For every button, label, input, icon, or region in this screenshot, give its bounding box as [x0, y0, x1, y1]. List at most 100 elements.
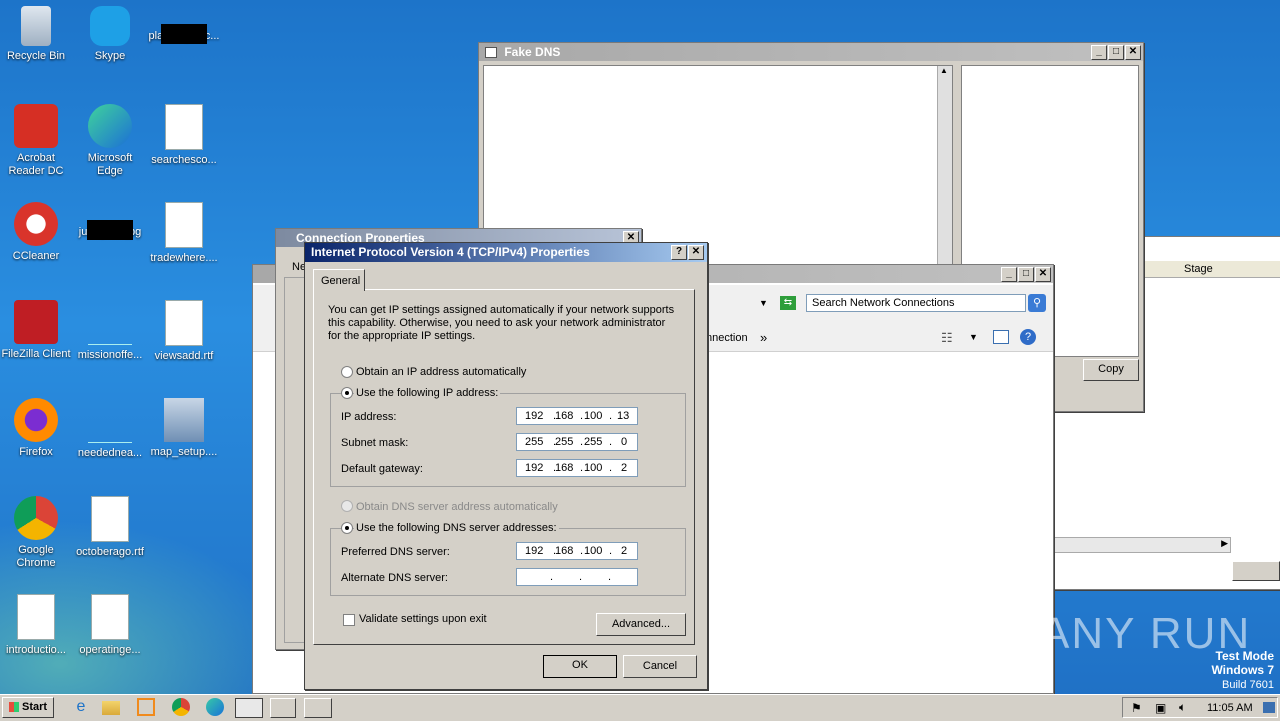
use-following-ip-label[interactable]: Use the following IP address:: [354, 387, 501, 399]
close-button[interactable]: ✕: [1125, 45, 1141, 60]
obtain-ip-auto-radio[interactable]: [341, 366, 353, 378]
preferred-dns-label: Preferred DNS server:: [341, 546, 450, 558]
desktop-icon[interactable]: Skype: [74, 6, 146, 63]
desktop-icon-label: viewsadd.rtf: [154, 350, 214, 362]
desktop-icon[interactable]: viewsadd.rtf: [148, 300, 220, 363]
address-dropdown-icon[interactable]: ▼: [759, 298, 768, 308]
desktop-icon[interactable]: introductio...: [0, 594, 72, 657]
desktop-icon[interactable]: Google Chrome: [0, 496, 72, 570]
folder-window-taskbar-icon[interactable]: [270, 698, 296, 718]
gateway-octet-3: 100: [584, 462, 603, 474]
desktop-icon[interactable]: neededneа...: [74, 398, 146, 460]
close-button[interactable]: ✕: [1035, 267, 1051, 282]
flag-icon[interactable]: ⚑: [1131, 701, 1142, 715]
toolbar-connection[interactable]: nnection: [706, 332, 748, 344]
desktop-icon[interactable]: Acrobat Reader DC: [0, 104, 72, 178]
horizontal-scrollbar[interactable]: ▶: [1051, 537, 1231, 553]
desktop-icon[interactable]: CCleaner: [0, 202, 72, 263]
advanced-button[interactable]: Advanced...: [596, 613, 686, 636]
ipv4-properties-dialog[interactable]: Internet Protocol Version 4 (TCP/IPv4) P…: [304, 242, 708, 690]
ipv4-titlebar[interactable]: Internet Protocol Version 4 (TCP/IPv4) P…: [305, 243, 707, 262]
partial-button[interactable]: [1232, 561, 1280, 581]
validate-checkbox[interactable]: [343, 614, 355, 626]
chrome-taskbar-icon[interactable]: [172, 698, 190, 716]
volume-icon[interactable]: 🔈︎: [1179, 700, 1186, 715]
desktop-icon[interactable]: tradewhere....: [148, 202, 220, 265]
ie-taskbar-icon[interactable]: e: [68, 698, 94, 718]
word-doc-icon: [165, 202, 203, 248]
blank-file-icon: [88, 300, 132, 345]
subnet-octet-1: 255: [525, 436, 544, 448]
edge-taskbar-icon[interactable]: [206, 698, 224, 716]
start-label: Start: [22, 701, 48, 713]
desktop-icon-label: operatinge...: [79, 644, 141, 656]
gateway-octet-4: 2: [621, 462, 628, 474]
ok-button[interactable]: OK: [543, 655, 617, 678]
media-player-taskbar-icon[interactable]: [137, 698, 155, 716]
test-mode-text: Test Mode: [1215, 649, 1274, 663]
general-tab-panel: You can get IP settings assigned automat…: [313, 289, 695, 645]
desktop-icon[interactable]: searchesco...: [148, 104, 220, 167]
desktop-icon[interactable]: missionoffe...: [74, 300, 146, 362]
search-input[interactable]: Search Network Connections: [806, 294, 1026, 312]
maximize-button[interactable]: □: [1018, 267, 1034, 282]
preferred-dns-field[interactable]: 192. 168. 100. 2: [516, 542, 638, 560]
clock[interactable]: 11:05 AM: [1207, 702, 1253, 714]
close-button[interactable]: ✕: [688, 245, 704, 260]
ipv4-title: Internet Protocol Version 4 (TCP/IPv4) P…: [311, 245, 590, 259]
start-button[interactable]: Start: [2, 697, 54, 718]
ccleaner-icon: [14, 202, 58, 246]
desktop-icon-label: tradewhere....: [150, 252, 218, 264]
obtain-ip-auto-label[interactable]: Obtain an IP address automatically: [356, 366, 526, 378]
desktop-icon-label: CCleaner: [12, 250, 60, 262]
column-stage[interactable]: Stage: [1184, 263, 1213, 275]
network-tray-icon[interactable]: ▣: [1155, 701, 1166, 715]
views-icon[interactable]: ☷: [941, 330, 953, 346]
scroll-up-icon[interactable]: ▲: [940, 66, 948, 75]
network-window-taskbar-icon[interactable]: [235, 698, 263, 718]
show-desktop-icon[interactable]: [1263, 702, 1275, 713]
views-dropdown-icon[interactable]: ▼: [969, 332, 978, 342]
default-gateway-field[interactable]: 192. 168. 100. 2: [516, 459, 638, 477]
desktop-icon-label: Google Chrome: [16, 544, 56, 569]
obtain-dns-auto-label: Obtain DNS server address automatically: [356, 501, 558, 513]
use-following-dns-radio[interactable]: [341, 522, 353, 534]
validate-label[interactable]: Validate settings upon exit: [359, 613, 487, 625]
desktop-icon[interactable]: octoberago.rtf: [74, 496, 146, 559]
minimize-button[interactable]: _: [1001, 267, 1017, 282]
desktop-icon[interactable]: Recycle Bin: [0, 6, 72, 63]
subnet-mask-field[interactable]: 255. 255. 255. 0: [516, 433, 638, 451]
taskbar: Start e ⚑ ▣ 🔈︎ 11:05 AM: [0, 694, 1280, 721]
refresh-icon[interactable]: ⇆: [780, 296, 796, 310]
acrobat-icon: [14, 104, 58, 148]
help-icon[interactable]: ?: [1020, 329, 1036, 345]
desktop-icon[interactable]: Microsoft Edge: [74, 104, 146, 178]
toolbar-more[interactable]: »: [760, 330, 767, 345]
alternate-dns-field[interactable]: ...: [516, 568, 638, 586]
copy-button[interactable]: Copy: [1083, 359, 1139, 381]
fakedns-window-taskbar-icon[interactable]: [304, 698, 332, 718]
explorer-taskbar-icon[interactable]: [102, 701, 120, 715]
search-icon[interactable]: ⚲: [1028, 294, 1046, 312]
help-button[interactable]: ?: [671, 245, 687, 260]
cancel-button[interactable]: Cancel: [623, 655, 697, 678]
desktop-icon[interactable]: planningbloc...: [148, 6, 220, 44]
maximize-button[interactable]: □: [1108, 45, 1124, 60]
fake-dns-titlebar[interactable]: Fake DNS _ □ ✕: [479, 43, 1143, 61]
ip-address-field[interactable]: 192. 168. 100. 13: [516, 407, 638, 425]
tab-general[interactable]: General: [313, 269, 365, 291]
preview-pane-icon[interactable]: [993, 330, 1009, 344]
intro-text: You can get IP settings assigned automat…: [328, 304, 675, 342]
desktop-icon[interactable]: operatinge...: [74, 594, 146, 657]
desktop-icon[interactable]: FileZilla Client: [0, 300, 72, 361]
firefox-icon: [14, 398, 58, 442]
minimize-button[interactable]: _: [1091, 45, 1107, 60]
desktop-icon[interactable]: map_setup....: [148, 398, 220, 459]
word-doc-icon: [165, 300, 203, 346]
use-following-ip-radio[interactable]: [341, 387, 353, 399]
desktop-icon[interactable]: junegoes.jpg: [74, 202, 146, 240]
subnet-octet-3: 255: [584, 436, 603, 448]
use-following-dns-label[interactable]: Use the following DNS server addresses:: [354, 522, 559, 534]
desktop-icon[interactable]: Firefox: [0, 398, 72, 459]
scroll-right-icon[interactable]: ▶: [1221, 538, 1228, 549]
